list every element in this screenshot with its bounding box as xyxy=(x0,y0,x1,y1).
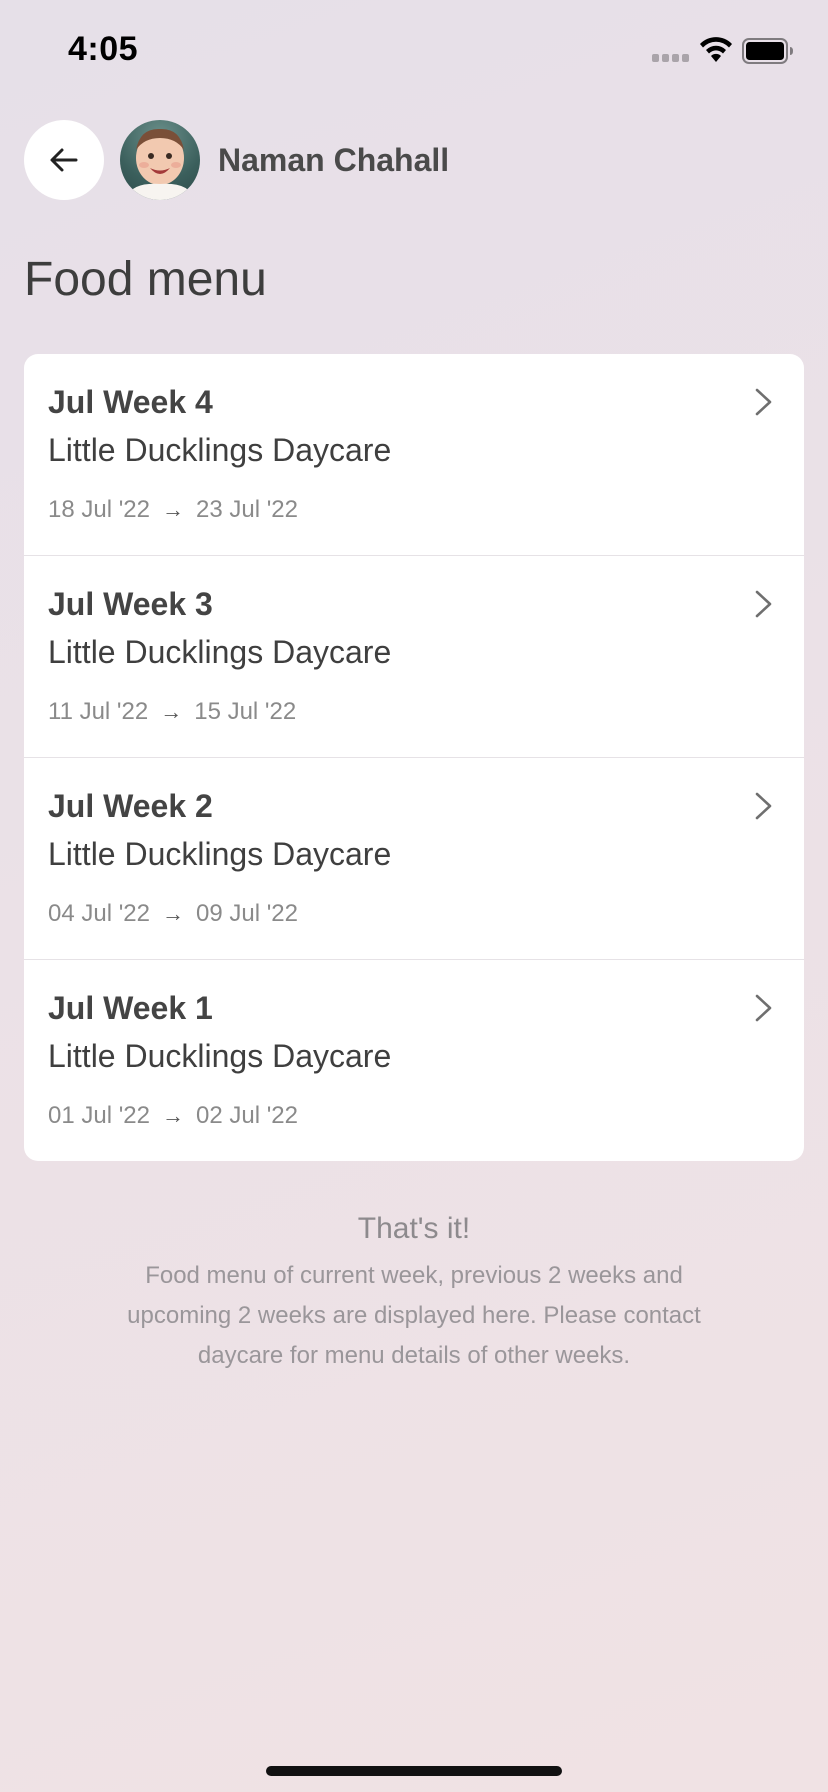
end-date: 09 Jul '22 xyxy=(196,900,298,927)
week-title: Jul Week 1 xyxy=(48,990,213,1026)
chevron-right-icon xyxy=(755,388,772,416)
chevron-right-icon xyxy=(755,590,772,618)
child-name: Naman Chahall xyxy=(218,141,450,178)
arrow-right-icon: → xyxy=(162,497,184,522)
start-date: 18 Jul '22 xyxy=(48,496,150,523)
footer-note: That's it! Food menu of current week, pr… xyxy=(24,1212,804,1376)
start-date: 11 Jul '22 xyxy=(48,698,149,725)
chevron-right-icon xyxy=(755,792,772,820)
footer-text: Food menu of current week, previous 2 we… xyxy=(127,1262,701,1369)
avatar[interactable] xyxy=(120,120,200,200)
home-indicator[interactable] xyxy=(266,1766,562,1776)
daycare-name: Little Ducklings Daycare xyxy=(48,432,392,468)
daycare-name: Little Ducklings Daycare xyxy=(48,1038,392,1074)
date-range: 04 Jul '22 → 09 Jul '22 xyxy=(48,900,298,928)
arrow-right-icon: → xyxy=(162,1103,184,1128)
date-range: 01 Jul '22 → 02 Jul '22 xyxy=(48,1102,298,1130)
week-title: Jul Week 3 xyxy=(48,586,213,622)
baby-photo-icon xyxy=(126,128,194,200)
wifi-icon xyxy=(700,37,732,62)
arrow-right-icon: → xyxy=(160,699,183,724)
status-time: 4:05 xyxy=(68,30,139,68)
page-title: Food menu xyxy=(24,253,267,306)
header: Naman Chahall xyxy=(24,120,449,200)
daycare-name: Little Ducklings Daycare xyxy=(48,634,392,670)
status-bar: 4:05 xyxy=(0,0,828,100)
menu-item-jul-week-2[interactable]: Jul Week 2 Little Ducklings Daycare 04 J… xyxy=(24,758,804,960)
end-date: 15 Jul '22 xyxy=(194,698,297,725)
food-menu-list: Jul Week 4 Little Ducklings Daycare 18 J… xyxy=(24,354,804,1161)
date-range: 11 Jul '22 → 15 Jul '22 xyxy=(48,698,296,726)
start-date: 01 Jul '22 xyxy=(48,1102,150,1129)
battery-icon xyxy=(742,38,793,64)
footer-title: That's it! xyxy=(357,1212,471,1245)
back-button[interactable] xyxy=(24,120,104,200)
end-date: 23 Jul '22 xyxy=(196,496,298,523)
menu-item-jul-week-3[interactable]: Jul Week 3 Little Ducklings Daycare 11 J… xyxy=(24,556,804,758)
chevron-right-icon xyxy=(755,994,772,1022)
start-date: 04 Jul '22 xyxy=(48,900,150,927)
signal-icon xyxy=(652,54,689,62)
arrow-left-icon xyxy=(50,148,78,172)
week-title: Jul Week 2 xyxy=(48,788,213,824)
week-title: Jul Week 4 xyxy=(48,384,213,420)
arrow-right-icon: → xyxy=(162,901,184,926)
menu-item-jul-week-1[interactable]: Jul Week 1 Little Ducklings Daycare 01 J… xyxy=(24,960,804,1161)
end-date: 02 Jul '22 xyxy=(196,1102,298,1129)
menu-item-jul-week-4[interactable]: Jul Week 4 Little Ducklings Daycare 18 J… xyxy=(24,354,804,556)
daycare-name: Little Ducklings Daycare xyxy=(48,836,392,872)
date-range: 18 Jul '22 → 23 Jul '22 xyxy=(48,496,298,524)
